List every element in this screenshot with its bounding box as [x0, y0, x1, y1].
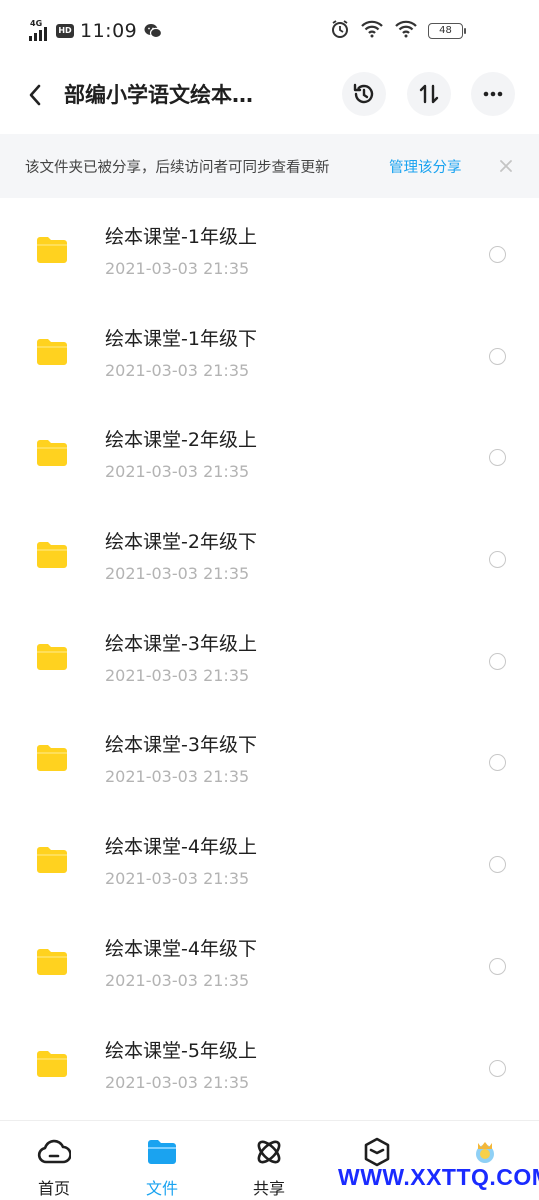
- more-icon: [483, 91, 503, 97]
- screen: 4G HD 11:09 48 部编小学语文绘本… 该文件夹已被分享，后续访问者可…: [0, 0, 539, 1200]
- file-row[interactable]: 绘本课堂-2年级下 2021-03-03 21:35: [0, 505, 539, 607]
- select-checkbox[interactable]: [489, 1059, 506, 1077]
- back-button[interactable]: [20, 78, 50, 112]
- share-banner-text: 该文件夹已被分享，后续访问者可同步查看更新: [25, 160, 330, 176]
- watermark: WWW.XXTTQ.COM: [338, 1164, 539, 1190]
- bottom-nav: 首页 文件 共享 WWW.XXTTQ.COM: [0, 1120, 539, 1200]
- file-name: 绘本课堂-2年级上: [105, 429, 257, 452]
- file-name: 绘本课堂-5年级上: [105, 1039, 257, 1062]
- file-row[interactable]: 绘本课堂-3年级上 2021-03-03 21:35: [0, 607, 539, 709]
- select-checkbox[interactable]: [489, 347, 506, 365]
- file-name: 绘本课堂-4年级下: [105, 937, 257, 960]
- sort-button[interactable]: [407, 72, 451, 116]
- select-checkbox[interactable]: [489, 856, 506, 874]
- folder-icon: [36, 846, 68, 874]
- select-checkbox[interactable]: [489, 246, 506, 263]
- nav-share-label: 共享: [252, 1179, 285, 1198]
- file-name: 绘本课堂-1年级下: [105, 327, 257, 350]
- status-left: 4G HD 11:09: [28, 18, 163, 44]
- file-date: 2021-03-03 21:35: [105, 869, 250, 889]
- close-icon[interactable]: [496, 156, 516, 176]
- wechat-icon: [144, 23, 163, 39]
- file-date: 2021-03-03 21:35: [105, 462, 250, 482]
- sort-icon: [419, 84, 439, 104]
- select-checkbox[interactable]: [489, 754, 506, 772]
- folder-icon: [36, 948, 68, 976]
- nav-home[interactable]: 首页: [0, 1121, 108, 1200]
- nav-share[interactable]: 共享: [215, 1121, 323, 1200]
- folder-icon: [36, 744, 68, 772]
- chevron-left-icon: [29, 84, 41, 106]
- wifi-icon-2: [394, 20, 418, 42]
- file-name: 绘本课堂-3年级上: [105, 632, 257, 655]
- file-date: 2021-03-03 21:35: [105, 665, 250, 685]
- file-row[interactable]: 绘本课堂-3年级下 2021-03-03 21:35: [0, 708, 539, 810]
- folder-icon: [36, 236, 68, 264]
- folder-icon: [36, 541, 68, 569]
- more-button[interactable]: [471, 72, 515, 116]
- manage-share-link[interactable]: 管理该分享: [389, 156, 462, 177]
- wifi-icon: [360, 20, 384, 42]
- file-row[interactable]: 绘本课堂-4年级上 2021-03-03 21:35: [0, 810, 539, 912]
- file-date: 2021-03-03 21:35: [105, 259, 250, 278]
- header: 部编小学语文绘本…: [0, 62, 539, 128]
- page-title: 部编小学语文绘本…: [64, 83, 253, 107]
- status-time: 11:09: [80, 20, 138, 42]
- file-row[interactable]: 绘本课堂-4年级下 2021-03-03 21:35: [0, 912, 539, 1014]
- file-name: 绘本课堂-2年级下: [105, 531, 257, 554]
- status-bar: 4G HD 11:09 48: [0, 0, 539, 60]
- file-name: 绘本课堂-4年级上: [105, 836, 257, 859]
- select-checkbox[interactable]: [489, 957, 506, 975]
- cloud-icon: [36, 1135, 72, 1169]
- file-date: 2021-03-03 21:35: [105, 360, 250, 380]
- file-row[interactable]: 绘本课堂-5年级上 2021-03-03 21:35: [0, 1014, 539, 1116]
- nav-files-label: 文件: [145, 1179, 178, 1198]
- folder-icon: [36, 1050, 68, 1078]
- file-row[interactable]: 绘本课堂-1年级上 2021-03-03 21:35: [0, 200, 539, 302]
- select-checkbox[interactable]: [489, 652, 506, 670]
- nav-home-label: 首页: [37, 1179, 70, 1198]
- history-icon: [353, 83, 374, 104]
- nav-files[interactable]: 文件: [108, 1121, 216, 1200]
- file-list: 绘本课堂-1年级上 2021-03-03 21:35 绘本课堂-1年级下 2021-0…: [0, 200, 539, 1115]
- folder-icon: [36, 643, 68, 671]
- hd-icon: HD: [56, 24, 74, 38]
- file-date: 2021-03-03 21:35: [105, 767, 250, 787]
- file-date: 2021-03-03 21:35: [105, 1072, 250, 1092]
- file-date: 2021-03-03 21:35: [105, 970, 250, 990]
- alarm-icon: [330, 19, 350, 43]
- file-date: 2021-03-03 21:35: [105, 564, 250, 584]
- atom-icon: [251, 1135, 287, 1169]
- battery-icon: 48: [428, 23, 466, 39]
- select-checkbox[interactable]: [489, 551, 506, 569]
- history-button[interactable]: [342, 72, 386, 116]
- file-name: 绘本课堂-3年级下: [105, 734, 257, 757]
- folder-icon: [36, 338, 68, 366]
- file-name: 绘本课堂-1年级上: [105, 226, 257, 248]
- file-row[interactable]: 绘本课堂-1年级下 2021-03-03 21:35: [0, 302, 539, 404]
- folder-icon: [144, 1135, 180, 1169]
- file-row[interactable]: 绘本课堂-2年级上 2021-03-03 21:35: [0, 403, 539, 505]
- status-right: 48: [330, 19, 466, 43]
- signal-icon: 4G: [28, 19, 50, 43]
- folder-icon: [36, 439, 68, 467]
- select-checkbox[interactable]: [489, 449, 506, 467]
- share-banner: 该文件夹已被分享，后续访问者可同步查看更新 管理该分享: [0, 134, 539, 198]
